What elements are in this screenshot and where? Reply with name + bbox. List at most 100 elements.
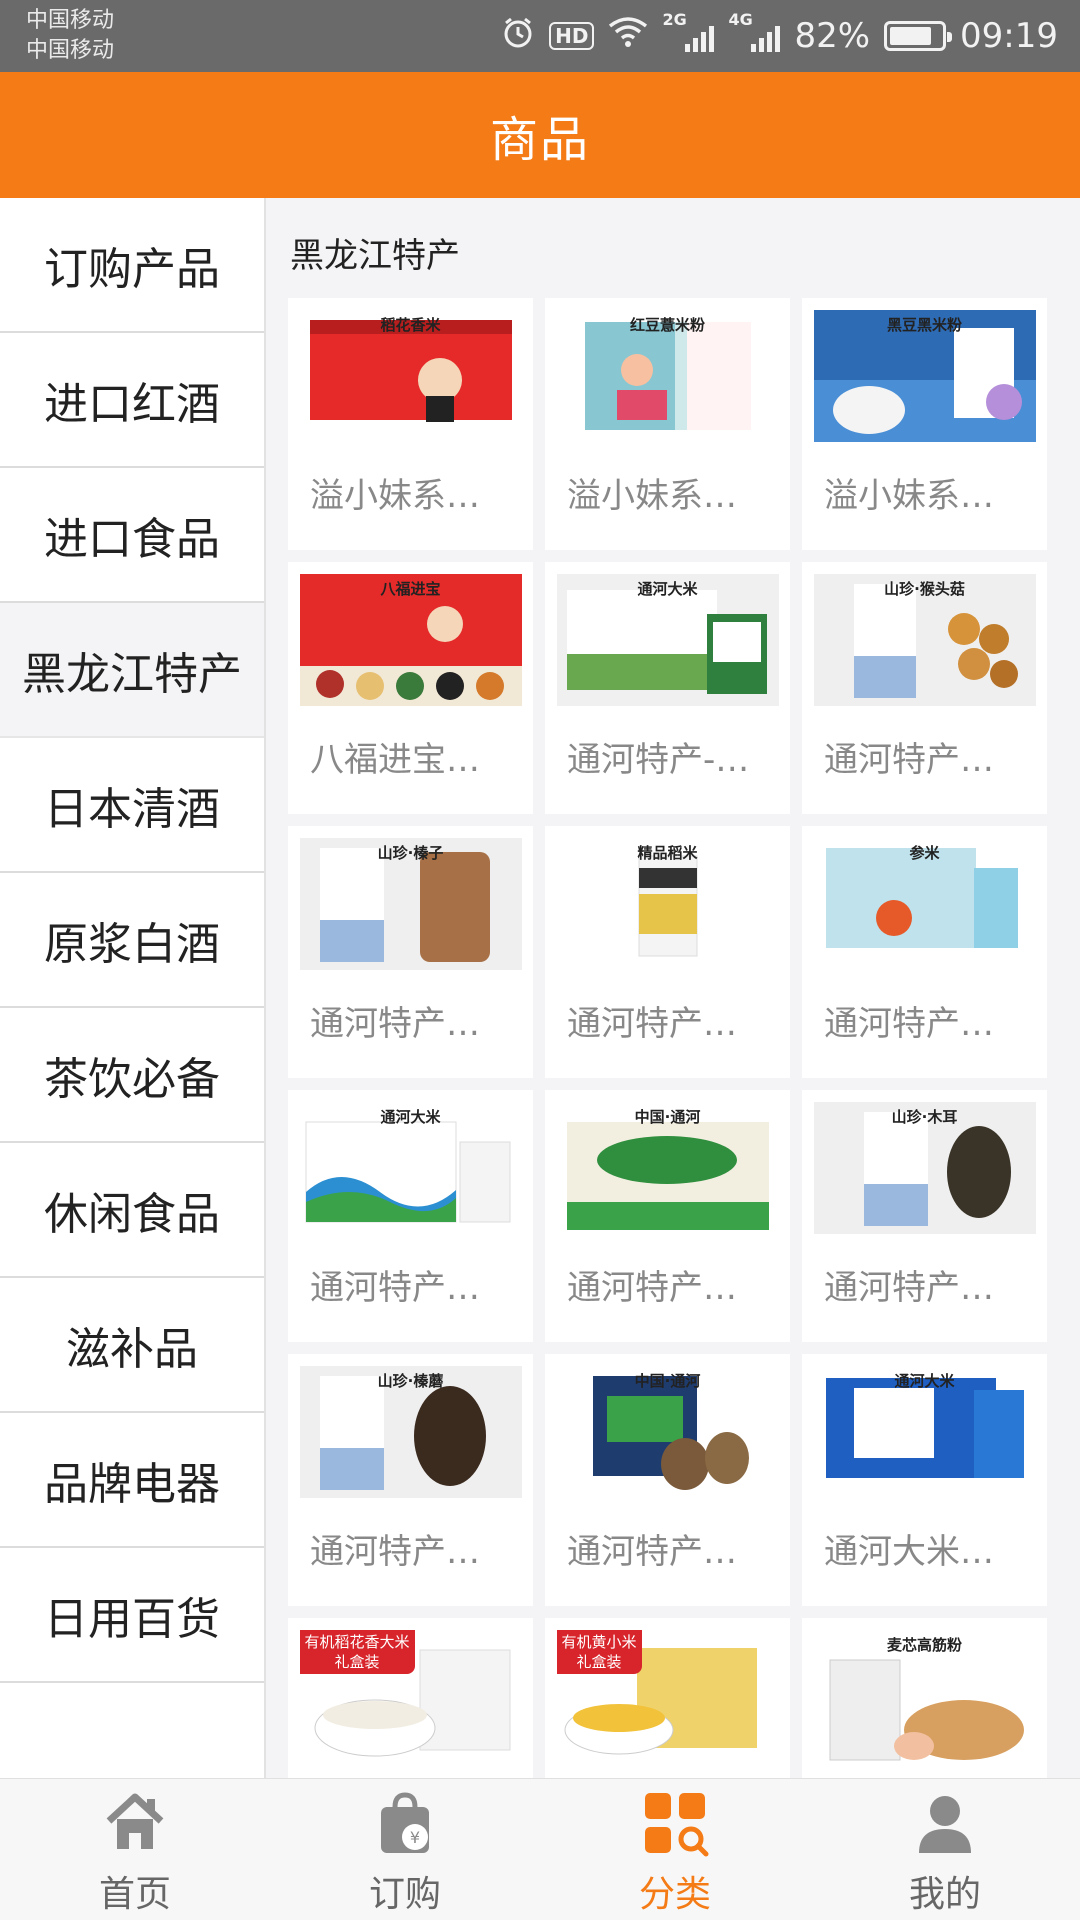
product-name: 通河特产-蟹稻共生大米 xyxy=(567,740,790,780)
product-image: 八福进宝 xyxy=(299,574,522,706)
product-image-text: 中国·通河 xyxy=(634,1108,701,1126)
product-card[interactable]: 中国·通河通河特产五谷杂粮 xyxy=(545,1090,790,1342)
clock: 09:19 xyxy=(960,16,1058,56)
product-panel: 黑龙江特产 稻花香米溢小妹系列稻花香米红豆薏米粉溢小妹系列红豆薏米粉黑豆黑米粉溢… xyxy=(268,198,1080,1778)
product-image: 山珍·猴头菇 xyxy=(813,574,1036,706)
product-image: 红豆薏米粉 xyxy=(556,310,779,442)
product-image-text: 稻花香米 xyxy=(380,316,441,334)
product-card[interactable]: 山珍·猴头菇通河特产山珍猴头菇 xyxy=(802,562,1047,814)
product-card[interactable]: 八福进宝八福进宝有机杂粮 xyxy=(288,562,533,814)
carrier-1: 中国移动 xyxy=(26,8,115,33)
sidebar-item[interactable]: 原浆白酒 xyxy=(0,873,264,1008)
sidebar-item[interactable]: 黑龙江特产 xyxy=(0,603,264,738)
product-name: 通河特产五谷杂粮 xyxy=(567,1268,790,1308)
product-card[interactable]: 麦芯高筋粉 xyxy=(802,1618,1047,1778)
product-image: 通河大米 xyxy=(556,574,779,706)
product-image-text: 山珍·猴头菇 xyxy=(884,580,965,598)
product-image-text: 山珍·榛子 xyxy=(377,844,444,862)
product-name: 通河大米鸭稻共生 xyxy=(824,1532,1047,1572)
product-card[interactable]: 参米 通河特产参米 xyxy=(802,826,1047,1078)
product-name: 通河特产精品稻米 xyxy=(567,1004,790,1044)
sidebar-item-label: 滋补品 xyxy=(66,1323,198,1375)
sidebar-item[interactable]: 日本清酒 xyxy=(0,738,264,873)
bottom-nav: 首页 ¥ 订购 分类 我的 xyxy=(0,1778,1080,1920)
product-image: 山珍·木耳 xyxy=(813,1102,1036,1234)
sidebar-item-label: 进口食品 xyxy=(44,513,220,565)
product-card[interactable]: 稻花香米溢小妹系列稻花香米 xyxy=(288,298,533,550)
product-card[interactable]: 山珍·榛蘑通河特产山珍榛蘑 xyxy=(288,1354,533,1606)
product-card[interactable]: 山珍·榛子通河特产山珍榛子 xyxy=(288,826,533,1078)
product-image-text: 中国·通河 xyxy=(634,1372,701,1390)
app-root: 中国移动 中国移动 HD 2G 4G 82% 09:19 商品 订购产品 进口红… xyxy=(0,0,1080,1920)
product-name: 八福进宝有机杂粮 xyxy=(310,740,533,780)
sidebar-item[interactable]: 进口食品 xyxy=(0,468,264,603)
product-name: 溢小妹系列红豆薏米粉 xyxy=(567,476,790,516)
signal-icon-2: 4G xyxy=(728,10,781,56)
network-type-2: 4G xyxy=(728,10,753,29)
carrier-info: 中国移动 中国移动 xyxy=(26,6,114,66)
product-image: 有机稻花香大米 礼盒装 xyxy=(299,1630,522,1762)
home-icon xyxy=(99,1787,171,1859)
nav-item[interactable]: 分类 xyxy=(540,1779,810,1920)
product-name: 通河特产山珍榛子 xyxy=(310,1004,533,1044)
product-image-text: 黑豆黑米粉 xyxy=(886,316,962,334)
product-image: 麦芯高筋粉 xyxy=(813,1630,1036,1762)
product-card[interactable]: 中国·通河 通河特产蓝莓酱 xyxy=(545,1354,790,1606)
product-image: 通河大米 xyxy=(299,1102,522,1234)
product-name: 通河特产山珍猴头菇 xyxy=(824,740,1047,780)
sidebar-item[interactable]: 进口红酒 xyxy=(0,333,264,468)
product-image: 精品稻米 xyxy=(556,838,779,970)
status-icons: HD 2G 4G 82% 09:19 xyxy=(501,10,1058,60)
product-image-text: 山珍·榛蘑 xyxy=(377,1372,444,1390)
product-image: 山珍·榛子 xyxy=(299,838,522,970)
battery-icon xyxy=(884,21,953,51)
sidebar-item-label: 休闲食品 xyxy=(44,1188,220,1240)
product-image-text: 麦芯高筋粉 xyxy=(886,1636,962,1654)
product-image-text: 山珍·木耳 xyxy=(891,1108,958,1126)
nav-label: 我的 xyxy=(908,1874,981,1915)
product-name: 通河特产参米 xyxy=(824,1004,1028,1044)
hd-icon: HD xyxy=(549,22,595,50)
product-image-text: 红豆薏米粉 xyxy=(629,316,705,334)
sidebar-item[interactable]: 滋补品 xyxy=(0,1278,264,1413)
product-card[interactable]: 通河大米通河特产泽润大米 xyxy=(288,1090,533,1342)
sidebar-item[interactable]: 茶饮必备 xyxy=(0,1008,264,1143)
product-image: 中国·通河 xyxy=(556,1366,779,1498)
signal-icon-1: 2G xyxy=(662,10,715,56)
battery-percent: 82% xyxy=(794,16,871,56)
product-card[interactable]: 山珍·木耳通河特产山珍木耳 xyxy=(802,1090,1047,1342)
nav-label: 订购 xyxy=(368,1874,441,1915)
product-card[interactable]: 通河大米通河特产-蟹稻共生大米 xyxy=(545,562,790,814)
product-card[interactable]: 红豆薏米粉溢小妹系列红豆薏米粉 xyxy=(545,298,790,550)
sidebar-item[interactable]: 休闲食品 xyxy=(0,1143,264,1278)
nav-item[interactable]: ¥ 订购 xyxy=(270,1779,540,1920)
product-image-text: 通河大米 xyxy=(380,1108,441,1126)
sidebar-item-label: 日本清酒 xyxy=(44,783,220,835)
sidebar-item-label: 茶饮必备 xyxy=(44,1053,220,1105)
sidebar-item[interactable]: 订购产品 xyxy=(0,198,264,333)
nav-item[interactable]: 我的 xyxy=(810,1779,1080,1920)
sidebar-item[interactable]: 品牌电器 xyxy=(0,1413,264,1548)
product-grid: 稻花香米溢小妹系列稻花香米红豆薏米粉溢小妹系列红豆薏米粉黑豆黑米粉溢小妹系列黑豆… xyxy=(288,298,1068,1778)
sidebar-item-label: 原浆白酒 xyxy=(44,918,220,970)
category-sidebar: 订购产品进口红酒进口食品黑龙江特产日本清酒原浆白酒茶饮必备休闲食品滋补品品牌电器… xyxy=(0,198,266,1778)
product-card[interactable]: 精品稻米通河特产精品稻米 xyxy=(545,826,790,1078)
sidebar-item[interactable]: 日用百货 xyxy=(0,1548,264,1683)
product-image-text: 通河大米 xyxy=(637,580,698,598)
product-image-text: 通河大米 xyxy=(894,1372,955,1390)
sidebar-item-label: 订购产品 xyxy=(44,243,220,295)
product-card[interactable]: 通河大米通河大米鸭稻共生 xyxy=(802,1354,1047,1606)
product-image-text: 参米 xyxy=(909,844,940,862)
status-bar: 中国移动 中国移动 HD 2G 4G 82% 09:19 xyxy=(0,0,1080,72)
product-image-text: 精品稻米 xyxy=(637,844,698,862)
sidebar-item-label: 黑龙江特产 xyxy=(22,648,242,700)
alarm-icon xyxy=(501,15,535,58)
shopping-bag-icon: ¥ xyxy=(369,1787,441,1859)
product-card[interactable]: 有机稻花香大米 礼盒装 xyxy=(288,1618,533,1778)
product-card[interactable]: 黑豆黑米粉溢小妹系列黑豆黑米粉 xyxy=(802,298,1047,550)
svg-text:¥: ¥ xyxy=(410,1828,420,1847)
nav-label: 首页 xyxy=(98,1874,171,1915)
nav-item[interactable]: 首页 xyxy=(0,1779,270,1920)
product-card[interactable]: 有机黄小米 礼盒装 xyxy=(545,1618,790,1778)
product-image: 黑豆黑米粉 xyxy=(813,310,1036,442)
